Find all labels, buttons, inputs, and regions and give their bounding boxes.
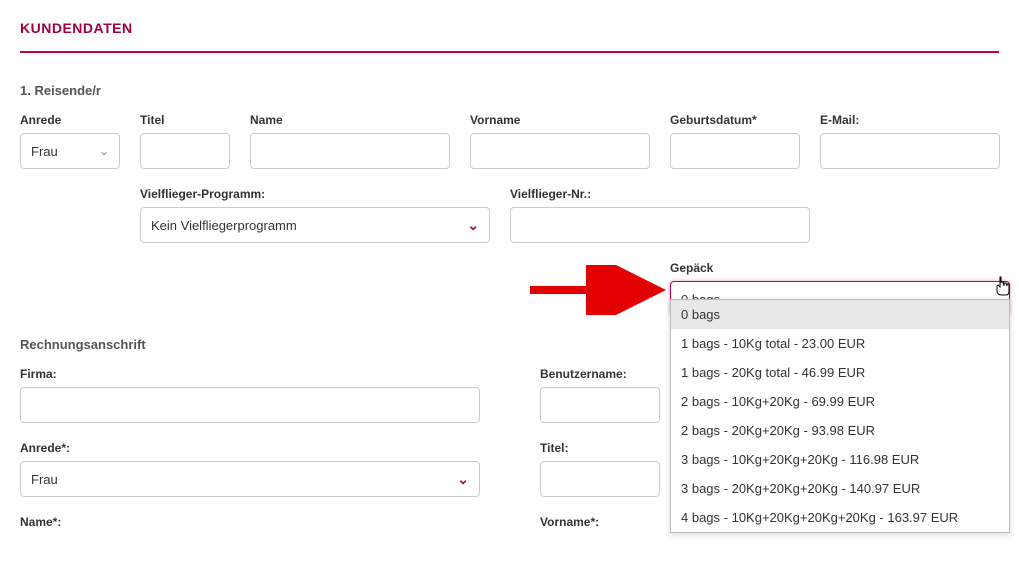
label-firma: Firma: — [20, 367, 480, 381]
gepack-option[interactable]: 4 bags - 10Kg+20Kg+20Kg+20Kg - 163.97 EU… — [671, 503, 1009, 532]
title-divider — [20, 51, 999, 53]
input-benutzername[interactable] — [540, 387, 660, 423]
input-name[interactable] — [250, 133, 450, 169]
gepack-option[interactable]: 2 bags - 10Kg+20Kg - 69.99 EUR — [671, 387, 1009, 416]
field-billing-anrede: Anrede*: Frau ⌄ — [20, 441, 480, 497]
input-geburtsdatum[interactable] — [670, 133, 800, 169]
label-geburtsdatum: Geburtsdatum* — [670, 113, 800, 127]
traveler-section-heading: 1. Reisende/r — [20, 83, 999, 98]
field-ff-number: Vielflieger-Nr.: — [510, 187, 810, 243]
select-ff-program-value: Kein Vielfliegerprogramm — [151, 218, 297, 233]
gepack-dropdown-list: 0 bags 1 bags - 10Kg total - 23.00 EUR 1… — [670, 299, 1010, 533]
gepack-option[interactable]: 1 bags - 20Kg total - 46.99 EUR — [671, 358, 1009, 387]
gepack-option[interactable]: 0 bags — [671, 300, 1009, 329]
field-vorname: Vorname — [470, 113, 650, 169]
arrow-annotation — [520, 265, 670, 318]
input-titel[interactable] — [140, 133, 230, 169]
label-billing-name: Name*: — [20, 515, 480, 529]
gepack-option[interactable]: 3 bags - 10Kg+20Kg+20Kg - 116.98 EUR — [671, 445, 1009, 474]
traveler-row-gepack: Gepäck 0 bags ⌄ 0 bags 1 bags - 10Kg tot… — [670, 261, 999, 317]
label-ff-program: Vielflieger-Programm: — [140, 187, 490, 201]
label-anrede: Anrede — [20, 113, 120, 127]
label-gepack: Gepäck — [670, 261, 1010, 275]
label-name: Name — [250, 113, 450, 127]
select-ff-program[interactable]: Kein Vielfliegerprogramm ⌄ — [140, 207, 490, 243]
label-billing-anrede: Anrede*: — [20, 441, 480, 455]
chevron-down-icon: ⌄ — [99, 144, 109, 158]
billing-col-left: Firma: Anrede*: Frau ⌄ Name*: — [20, 367, 480, 535]
gepack-option[interactable]: 3 bags - 20Kg+20Kg+20Kg - 140.97 EUR — [671, 474, 1009, 503]
field-name: Name — [250, 113, 450, 169]
label-email: E-Mail: — [820, 113, 1000, 127]
field-firma: Firma: — [20, 367, 480, 423]
input-email[interactable] — [820, 133, 1000, 169]
field-email: E-Mail: — [820, 113, 1000, 169]
select-anrede[interactable]: Frau ⌄ — [20, 133, 120, 169]
chevron-down-icon: ⌄ — [467, 217, 479, 234]
gepack-option[interactable]: 2 bags - 20Kg+20Kg - 93.98 EUR — [671, 416, 1009, 445]
input-firma[interactable] — [20, 387, 480, 423]
label-ff-number: Vielflieger-Nr.: — [510, 187, 810, 201]
field-billing-name: Name*: — [20, 515, 480, 535]
label-vorname: Vorname — [470, 113, 650, 127]
traveler-row-2: Vielflieger-Programm: Kein Vielfliegerpr… — [140, 187, 999, 243]
traveler-row-1: Anrede Frau ⌄ Titel Name Vorname Geburts… — [20, 113, 999, 169]
field-geburtsdatum: Geburtsdatum* — [670, 113, 800, 169]
input-vorname[interactable] — [470, 133, 650, 169]
select-billing-anrede-value: Frau — [31, 472, 58, 487]
chevron-down-icon: ⌄ — [457, 471, 469, 488]
page-title: KUNDENDATEN — [20, 20, 999, 36]
field-anrede: Anrede Frau ⌄ — [20, 113, 120, 169]
input-ff-number[interactable] — [510, 207, 810, 243]
field-gepack: Gepäck 0 bags ⌄ 0 bags 1 bags - 10Kg tot… — [670, 261, 1010, 317]
field-ff-program: Vielflieger-Programm: Kein Vielfliegerpr… — [140, 187, 490, 243]
select-anrede-value: Frau — [31, 144, 58, 159]
gepack-option[interactable]: 1 bags - 10Kg total - 23.00 EUR — [671, 329, 1009, 358]
label-titel: Titel — [140, 113, 230, 127]
input-billing-titel[interactable] — [540, 461, 660, 497]
select-billing-anrede[interactable]: Frau ⌄ — [20, 461, 480, 497]
field-titel: Titel — [140, 113, 230, 169]
